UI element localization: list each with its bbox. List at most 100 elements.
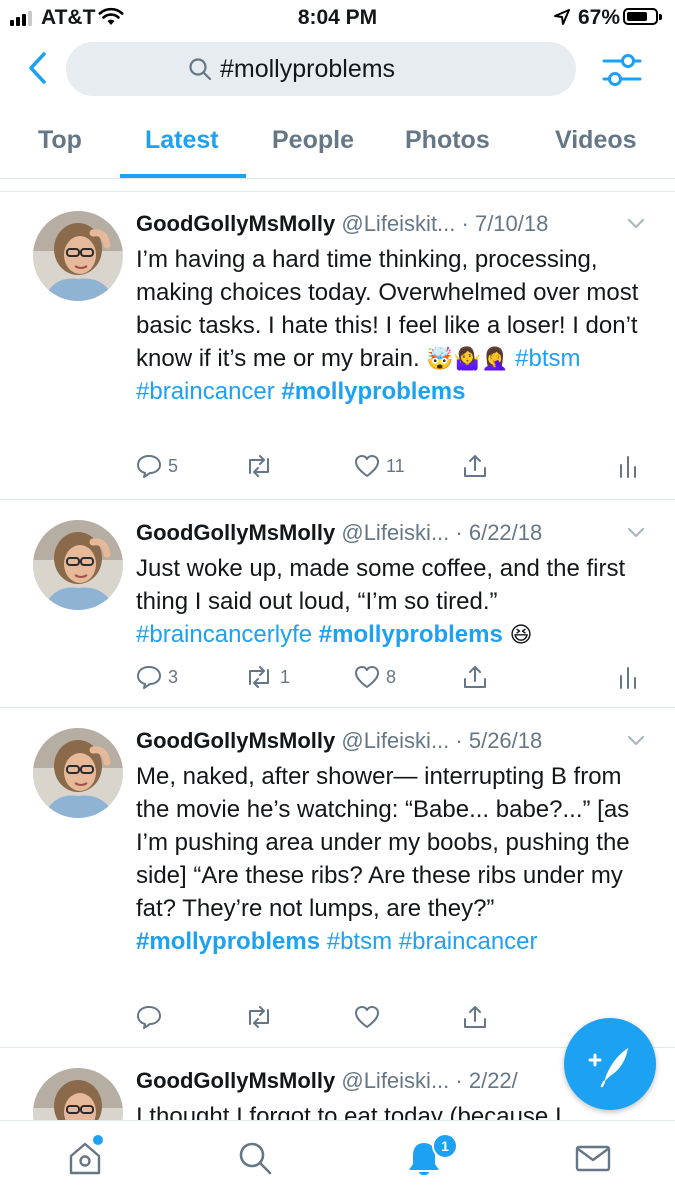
analytics-button[interactable] (618, 453, 638, 479)
hashtag-link[interactable]: #braincancer (136, 378, 275, 405)
user-handle[interactable]: @Lifeiski... (341, 728, 449, 753)
avatar[interactable] (33, 211, 123, 301)
display-name[interactable]: GoodGollyMsMolly (136, 1068, 335, 1093)
reply-count: 3 (168, 666, 179, 687)
reply-button[interactable]: 5 (136, 453, 178, 479)
tweet-text: Just woke up, made some coffee, and the … (136, 552, 656, 651)
location-arrow-icon (554, 9, 570, 25)
tweet[interactable]: GoodGollyMsMolly @Lifeiskit... · 7/10/18… (0, 191, 675, 499)
tweet-header: GoodGollyMsMolly @Lifeiski... · 6/22/18 (136, 520, 542, 546)
search-icon[interactable] (236, 1139, 274, 1177)
heart-icon (355, 666, 379, 688)
like-button[interactable]: 8 (354, 664, 396, 690)
compose-tweet-button[interactable] (564, 1018, 656, 1110)
retweet-icon (249, 1006, 269, 1028)
filter-sliders-icon[interactable] (600, 52, 644, 88)
avatar[interactable] (33, 520, 123, 610)
tab-videos[interactable]: Videos (555, 126, 637, 155)
tab-latest[interactable]: Latest (145, 126, 219, 155)
tweet-actions: 5 11 (136, 453, 656, 483)
bottom-tab-bar: 1 (0, 1120, 675, 1201)
tweet-text-content: Just woke up, made some coffee, and the … (136, 555, 626, 615)
tweet-text-content: Me, naked, after shower— interrupting B … (136, 763, 630, 922)
chevron-down-icon[interactable] (626, 734, 646, 748)
reply-icon (137, 1006, 161, 1029)
divider (0, 178, 675, 179)
retweet-button[interactable]: 1 (244, 664, 290, 690)
user-handle[interactable]: @Lifeiski... (341, 520, 449, 545)
tweet[interactable]: GoodGollyMsMolly @Lifeiski... · 5/26/18 … (0, 708, 675, 1048)
notification-count-badge: 1 (432, 1133, 458, 1159)
messages-envelope-icon[interactable] (574, 1139, 612, 1177)
chevron-down-icon[interactable] (626, 526, 646, 540)
compose-feather-icon (588, 1048, 628, 1088)
retweet-icon (249, 666, 269, 688)
tweet-date[interactable]: · 5/26/18 (455, 728, 542, 753)
avatar[interactable] (33, 1068, 123, 1120)
hashtag-link[interactable]: #mollyproblems (319, 621, 503, 648)
tweet-header: GoodGollyMsMolly @Lifeiski... · 2/22/ (136, 1068, 518, 1094)
reply-icon (137, 666, 161, 689)
back-chevron-icon[interactable] (24, 50, 56, 86)
tweet-emoji: 😆 (509, 622, 533, 647)
clock: 8:04 PM (297, 6, 378, 29)
retweet-button[interactable] (244, 1004, 280, 1030)
battery-icon (623, 8, 662, 25)
hashtag-link[interactable]: #braincancer (399, 928, 538, 955)
home-new-content-dot (93, 1135, 103, 1145)
search-tabs: Top Latest People Photos Videos (0, 104, 675, 178)
tweet-date[interactable]: · 6/22/18 (455, 520, 542, 545)
share-button[interactable] (462, 664, 488, 690)
heart-icon (355, 1006, 379, 1028)
tab-photos[interactable]: Photos (405, 126, 490, 155)
tweet-actions: 3 1 8 (136, 664, 656, 694)
tweet-text: I’m having a hard time thinking, process… (136, 243, 656, 408)
hashtag-link[interactable]: #braincancerlyfe (136, 621, 312, 648)
tweet-date[interactable]: · 2/22/ (455, 1068, 517, 1093)
tweet[interactable]: GoodGollyMsMolly @Lifeiski... · 6/22/18 … (0, 500, 675, 706)
search-icon (189, 58, 212, 81)
share-button[interactable] (462, 453, 488, 479)
like-count: 11 (386, 455, 405, 476)
tab-top[interactable]: Top (38, 126, 82, 155)
like-button[interactable]: 11 (354, 453, 405, 479)
user-handle[interactable]: @Lifeiskit... (341, 211, 455, 236)
chevron-down-icon[interactable] (626, 217, 646, 231)
reply-button[interactable] (136, 1004, 168, 1030)
analytics-icon (620, 456, 636, 478)
tweet-header: GoodGollyMsMolly @Lifeiski... · 5/26/18 (136, 728, 542, 754)
tweet-text: Me, naked, after shower— interrupting B … (136, 760, 656, 958)
hashtag-link[interactable]: #btsm (515, 345, 580, 372)
share-icon (464, 1006, 486, 1028)
reply-count: 5 (168, 455, 179, 476)
retweet-button[interactable] (244, 453, 280, 479)
retweet-count: 1 (280, 666, 291, 687)
tweet-date[interactable]: · 7/10/18 (462, 211, 549, 236)
tweet-header: GoodGollyMsMolly @Lifeiskit... · 7/10/18 (136, 211, 548, 237)
retweet-icon (249, 455, 269, 477)
analytics-icon (620, 667, 636, 689)
like-button[interactable] (354, 1004, 386, 1030)
search-bar[interactable]: #mollyproblems (66, 42, 576, 96)
battery-percent: 67% (578, 6, 621, 29)
status-bar: AT&T 8:04 PM 67% (0, 0, 675, 36)
like-count: 8 (386, 666, 397, 687)
display-name[interactable]: GoodGollyMsMolly (136, 728, 335, 753)
hashtag-link[interactable]: #mollyproblems (136, 928, 320, 955)
display-name[interactable]: GoodGollyMsMolly (136, 520, 335, 545)
share-button[interactable] (462, 1004, 488, 1030)
hashtag-link[interactable]: #btsm (327, 928, 392, 955)
tweet-emoji: 🤯🤷‍♀️🤦‍♀️ (426, 346, 509, 371)
search-query[interactable]: #mollyproblems (220, 55, 395, 84)
tweet-text-content: I thought I forgot to eat today (because… (136, 1103, 562, 1120)
reply-button[interactable]: 3 (136, 664, 178, 690)
analytics-button[interactable] (618, 664, 638, 690)
share-icon (464, 666, 486, 688)
avatar[interactable] (33, 728, 123, 818)
display-name[interactable]: GoodGollyMsMolly (136, 211, 335, 236)
tab-people[interactable]: People (272, 126, 354, 155)
reply-icon (137, 455, 161, 478)
share-icon (464, 455, 486, 477)
hashtag-link[interactable]: #mollyproblems (281, 378, 465, 405)
user-handle[interactable]: @Lifeiski... (341, 1068, 449, 1093)
